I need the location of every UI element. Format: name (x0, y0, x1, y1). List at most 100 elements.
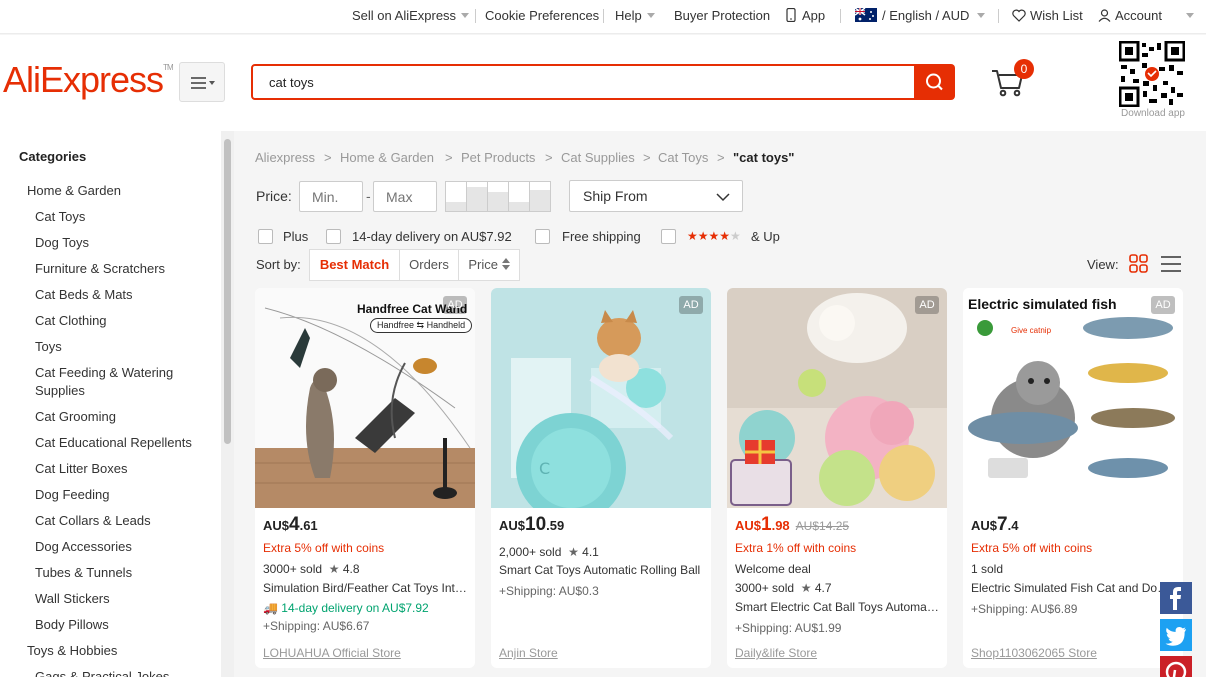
breadcrumb-cat-supplies[interactable]: Cat Supplies (561, 150, 635, 165)
product-card[interactable]: Handfree Cat Wand Handfree ⇆ Handheld AD… (255, 288, 475, 668)
product-title[interactable]: Smart Cat Toys Automatic Rolling Ball (499, 563, 703, 577)
sidebar-item-dog-toys[interactable]: Dog Toys (35, 234, 89, 252)
pinterest-share-button[interactable] (1160, 656, 1192, 677)
sidebar-item-cat-educational-repellents[interactable]: Cat Educational Repellents (35, 434, 192, 452)
sell-on-aliexpress-link[interactable]: Sell on AliExpress (352, 8, 470, 23)
sidebar-item-toys[interactable]: Toys (35, 338, 62, 356)
price-integer: 7 (997, 514, 1008, 535)
sidebar-item-cat-beds-mats[interactable]: Cat Beds & Mats (35, 286, 133, 304)
product-title[interactable]: Simulation Bird/Feather Cat Toys Interac… (263, 581, 467, 595)
flag-au-icon (854, 7, 877, 22)
sort-best-match[interactable]: Best Match (309, 249, 400, 281)
price-min-input[interactable] (299, 181, 363, 212)
product-title[interactable]: Electric Simulated Fish Cat and Dog Toy (971, 581, 1175, 595)
search-button[interactable] (914, 64, 955, 100)
app-label: App (802, 8, 826, 23)
sidebar-item-cat-collars-leads[interactable]: Cat Collars & Leads (35, 512, 151, 530)
rating-up-label: & Up (751, 229, 780, 244)
grid-view-icon[interactable] (1129, 254, 1149, 274)
store-link[interactable]: Daily&life Store (735, 646, 817, 660)
sidebar-item-cat-litter-boxes[interactable]: Cat Litter Boxes (35, 460, 128, 478)
ad-badge: AD (679, 296, 703, 314)
language-currency-selector[interactable]: / English / AUD (854, 7, 986, 23)
app-link[interactable]: App (786, 7, 826, 23)
facebook-icon (1170, 587, 1181, 610)
breadcrumb-separator: > (545, 150, 553, 165)
list-view-icon[interactable] (1160, 254, 1182, 274)
delivery-checkbox[interactable] (326, 229, 341, 244)
sold-rating: 3000+ sold ★ 4.8 (263, 562, 467, 576)
scrollbar-thumb[interactable] (224, 139, 231, 444)
price-histogram[interactable] (445, 181, 551, 212)
coins-discount: Extra 5% off with coins (971, 541, 1093, 555)
sidebar-item-wall-stickers[interactable]: Wall Stickers (35, 590, 110, 608)
plus-checkbox[interactable] (258, 229, 273, 244)
product-title[interactable]: Smart Electric Cat Ball Toys Automatic R… (735, 600, 939, 614)
chevron-down-icon (1185, 13, 1194, 18)
sidebar-item-gags-practical-jokes[interactable]: Gags & Practical Jokes (35, 668, 169, 677)
sidebar-item-home-garden[interactable]: Home & Garden (27, 182, 121, 200)
buyer-protection-link[interactable]: Buyer Protection (674, 8, 770, 23)
twitter-share-button[interactable] (1160, 619, 1192, 651)
price-integer: 10 (525, 514, 547, 535)
facebook-share-button[interactable] (1160, 582, 1192, 614)
product-image[interactable]: Handfree Cat Wand Handfree ⇆ Handheld AD (255, 288, 475, 508)
account-link[interactable]: Account (1098, 8, 1194, 23)
product-card[interactable]: C AD AU$10.59 2,000+ sold ★ 4.1 Smart Ca… (491, 288, 711, 668)
store-link[interactable]: Shop1103062065 Store (971, 646, 1097, 660)
cart-count-badge: 0 (1014, 59, 1034, 79)
categories-menu-button[interactable] (179, 62, 225, 102)
sidebar-item-furniture-scratchers[interactable]: Furniture & Scratchers (35, 260, 165, 278)
ship-from-select[interactable]: Ship From (569, 180, 743, 212)
sidebar-item-cat-feeding-watering[interactable]: Cat Feeding & Watering Supplies (35, 364, 195, 400)
sidebar-item-cat-toys[interactable]: Cat Toys (35, 208, 85, 226)
store-link[interactable]: LOHUAHUA Official Store (263, 646, 401, 660)
shipping-cost: +Shipping: AU$1.99 (735, 621, 842, 635)
breadcrumb-home-garden[interactable]: Home & Garden (340, 150, 434, 165)
cookie-preferences-link[interactable]: Cookie Preferences (485, 8, 599, 23)
image-subcaption: Give catnip (1011, 326, 1052, 335)
price-dash: - (366, 188, 371, 204)
free-shipping-checkbox[interactable] (535, 229, 550, 244)
sidebar-item-dog-accessories[interactable]: Dog Accessories (35, 538, 132, 556)
sidebar-item-cat-grooming[interactable]: Cat Grooming (35, 408, 116, 426)
sidebar-item-body-pillows[interactable]: Body Pillows (35, 616, 109, 634)
coins-discount: Extra 1% off with coins (735, 541, 857, 555)
search-input[interactable] (251, 64, 916, 100)
product-image[interactable]: AD (727, 288, 947, 508)
sidebar-scrollbar[interactable] (221, 131, 234, 677)
trademark: TM (163, 63, 174, 72)
wish-list-link[interactable]: Wish List (1012, 8, 1083, 23)
rating-checkbox[interactable] (661, 229, 676, 244)
sidebar-item-tubes-tunnels[interactable]: Tubes & Tunnels (35, 564, 132, 582)
price-max-input[interactable] (373, 181, 437, 212)
header: AliExpressTM 0 Download app (0, 35, 1206, 131)
chevron-down-icon (977, 13, 986, 18)
sort-orders[interactable]: Orders (399, 249, 459, 281)
product-image[interactable]: Electric simulated fish Give catnip AD (963, 288, 1183, 508)
pinterest-icon (1165, 661, 1187, 677)
product-image[interactable]: C AD (491, 288, 711, 508)
sidebar-item-dog-feeding[interactable]: Dog Feeding (35, 486, 109, 504)
store-link[interactable]: Anjin Store (499, 646, 558, 660)
chevron-down-icon (716, 193, 730, 202)
original-price: AU$14.25 (795, 519, 850, 533)
sort-price[interactable]: Price (458, 249, 520, 281)
breadcrumb-cat-toys[interactable]: Cat Toys (658, 150, 708, 165)
product-price: AU$1.98 AU$14.25 (735, 514, 849, 536)
breadcrumb-separator: > (643, 150, 651, 165)
product-card[interactable]: Electric simulated fish Give catnip AD A… (963, 288, 1183, 668)
chevron-down-icon (461, 13, 470, 18)
heart-icon (1012, 9, 1026, 22)
breadcrumb-aliexpress[interactable]: Aliexpress (255, 150, 315, 165)
sidebar-item-cat-clothing[interactable]: Cat Clothing (35, 312, 107, 330)
price-decimal: .61 (299, 518, 318, 533)
top-bar: Sell on AliExpress Cookie Preferences He… (0, 0, 1206, 34)
help-link[interactable]: Help (615, 8, 655, 23)
product-card[interactable]: AD AU$1.98 AU$14.25 Extra 1% off with coi… (727, 288, 947, 668)
aliexpress-logo[interactable]: AliExpressTM (3, 59, 174, 101)
rating-value: 4.1 (582, 545, 599, 559)
breadcrumb-pet-products[interactable]: Pet Products (461, 150, 535, 165)
star-icon: ★ (800, 581, 812, 595)
sidebar-item-toys-hobbies[interactable]: Toys & Hobbies (27, 642, 117, 660)
